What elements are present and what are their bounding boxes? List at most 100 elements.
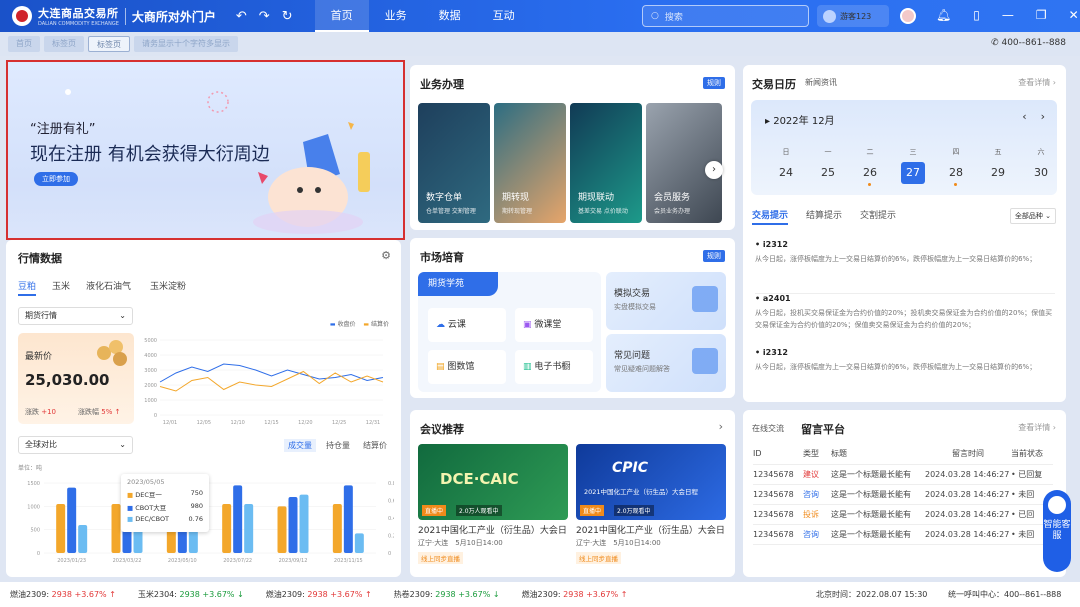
ticker-price: 2938 [435, 590, 456, 599]
mascot-icon[interactable] [900, 8, 916, 24]
minimize-icon[interactable]: — [1002, 8, 1014, 22]
conference-more-icon[interactable]: › [719, 420, 723, 433]
ticker-item[interactable]: 玉米2304: 2938 +3.67% ↓ [138, 589, 244, 600]
compare-tab-settle[interactable]: 结算价 [363, 440, 387, 451]
tab-trade-calendar[interactable]: 交易日历 [752, 76, 796, 92]
refresh-icon[interactable]: ↻ [282, 9, 293, 24]
table-row[interactable]: 12345678 咨询 这是一个标题最长能有 2024.03.28 14:46:… [753, 484, 1053, 505]
tab-settle-tips[interactable]: 结算提示 [806, 208, 842, 221]
nav-business[interactable]: 业务 [369, 0, 423, 32]
tab-news[interactable]: 新闻资讯 [805, 77, 837, 88]
conference-item-1[interactable]: DCE·CAIC 直播中 2.0万人观看中 [418, 444, 568, 520]
ticker-item[interactable]: 燃油2309: 2938 +3.67% ↑ [522, 589, 628, 600]
sim-trade-card[interactable]: 模拟交易 实盘模拟交易 [606, 272, 726, 330]
logo[interactable]: 大连商品交易所 DALIAN COMMODITY EXCHANGE 大商所对外门… [12, 5, 216, 27]
variety-filter[interactable]: 全部品种 ⌄ [1009, 208, 1056, 224]
redo-icon[interactable]: ↷ [259, 9, 270, 24]
tip-code-text: i2312 [762, 348, 788, 357]
school-item-cloud[interactable]: ☁ 云课 [428, 308, 506, 342]
smart-service-button[interactable]: 智能客服 [1043, 490, 1071, 572]
bell-icon[interactable]: 🔔︎ [936, 8, 951, 22]
device-icon[interactable]: ▯ [973, 8, 980, 22]
promo-banner[interactable]: “注册有礼” 现在注册 有机会获得大衍周边 立即参加 [6, 60, 405, 240]
user-name: 游客123 [840, 11, 872, 21]
tab-delivery-tips[interactable]: 交割提示 [860, 208, 896, 221]
school-item-microclass[interactable]: ▣ 微课堂 [515, 308, 593, 342]
nav-home[interactable]: 首页 [314, 0, 369, 32]
settings-gear-icon[interactable]: ⚙ [381, 249, 391, 262]
nav-data[interactable]: 数据 [423, 0, 477, 32]
ticker-price: 2938 [307, 590, 328, 599]
row-type: 投诉 [803, 504, 831, 525]
call-center: 统一呼叫中心：400--861--888 [948, 590, 1062, 599]
smart-service-label: 智能客服 [1043, 520, 1071, 541]
change-label: 涨跌 [25, 408, 39, 416]
tab-message-board[interactable]: 留言平台 [801, 421, 845, 437]
calendar-date[interactable]: 25 [818, 166, 838, 179]
undo-icon[interactable]: ↶ [236, 9, 247, 24]
market-tab-soymeal[interactable]: 豆粕 [18, 279, 37, 296]
col-type: 类型 [803, 444, 831, 465]
tab-page-3[interactable]: 请务显示十个字符多显示 [134, 36, 238, 52]
biz-item-efp[interactable]: 期转现 期转现管理 [494, 103, 566, 223]
school-item-ebook[interactable]: ▥ 电子书橱 [515, 350, 593, 384]
org-name: 大连商品交易所 [38, 7, 119, 20]
soybean-icon [97, 340, 127, 366]
training-rules-button[interactable]: 规则 [703, 250, 725, 262]
search-input[interactable]: ○ 搜索 [642, 5, 809, 27]
tab-page-1[interactable]: 标签页 [44, 36, 84, 52]
tip-item[interactable]: • i2312 从今日起，涨停板幅度为上一交易日结算价的6%，跌停板幅度为上一交… [755, 348, 1055, 373]
latest-price-card: 最新价 25,030.00 涨跌 +10 涨跌幅 5% ↑ [18, 333, 134, 424]
calendar-date[interactable]: 26 [860, 166, 880, 179]
event-dot [954, 183, 957, 186]
tab-page-2[interactable]: 标签页 [88, 36, 130, 52]
restore-icon[interactable]: ❐ [1036, 8, 1047, 22]
user-menu[interactable]: 游客123 [817, 5, 889, 27]
compare-tab-volume[interactable]: 成交量 [284, 439, 316, 452]
tab-online-chat[interactable]: 在线交流 [752, 423, 784, 434]
market-type-select[interactable]: 期货行情 ⌄ [18, 307, 133, 325]
tab-home[interactable]: 首页 [8, 36, 40, 52]
message-more-link[interactable]: 查看详情 › [1018, 422, 1056, 433]
tip-item[interactable]: • i2312 从今日起，涨停板幅度为上一交易日结算价的6%，跌停板幅度为上一交… [755, 240, 1055, 265]
biz-item-desc: 期转现管理 [502, 208, 533, 215]
market-tab-cornstarch[interactable]: 玉米淀粉 [150, 279, 186, 292]
school-item-library[interactable]: ▤ 图数馆 [428, 350, 506, 384]
calendar-date[interactable]: 30 [1031, 166, 1051, 179]
tab-trade-tips[interactable]: 交易提示 [752, 208, 789, 225]
market-tab-corn[interactable]: 玉米 [52, 279, 70, 292]
table-row[interactable]: 12345678 建议 这是一个标题最长能有 2024.03.28 14:46:… [753, 464, 1053, 485]
prev-month-icon[interactable]: ‹ [1022, 110, 1026, 123]
x-tick-label: 12/31 [366, 420, 380, 426]
nav-interaction[interactable]: 互动 [477, 0, 531, 32]
close-icon[interactable]: ✕ [1069, 8, 1079, 22]
row-time: 2024.03.28 14:46:27 [925, 484, 1011, 505]
tip-item[interactable]: • a2401 从今日起，投机买交易保证金为合约价值的20%；投机卖交易保证金为… [755, 293, 1055, 331]
calendar-date[interactable]: 28 [946, 166, 966, 179]
biz-item-linkage[interactable]: 期现联动 基差交易 点价联动 [570, 103, 642, 223]
calendar-date[interactable]: 24 [776, 166, 796, 179]
compare-select[interactable]: 全球对比 ⌄ [18, 436, 133, 454]
calendar-more-link[interactable]: 查看详情 › [1018, 77, 1056, 88]
calendar-date[interactable]: 29 [988, 166, 1008, 179]
calendar-month[interactable]: ▸ 2022年 12月 [765, 112, 835, 127]
table-row[interactable]: 12345678 投诉 这是一个标题最长能有 2024.03.28 14:46:… [753, 504, 1053, 525]
next-month-icon[interactable]: › [1041, 110, 1045, 123]
calendar-date-today[interactable]: 27 [901, 162, 925, 184]
compare-tab-openinterest[interactable]: 持仓量 [326, 440, 350, 451]
biz-item-warehouse[interactable]: 数字仓单 仓单管理 交割管理 [418, 103, 490, 223]
business-rules-button[interactable]: 规则 [703, 77, 725, 89]
join-now-button[interactable]: 立即参加 [34, 172, 78, 186]
bar-2 [78, 525, 88, 553]
market-tab-lpg[interactable]: 液化石油气 [86, 279, 131, 292]
ticker-item[interactable]: 热卷2309: 2938 +3.67% ↓ [394, 589, 500, 600]
ticker-item[interactable]: 燃油2309: 2938 +3.67% ↑ [10, 589, 116, 600]
conference-name[interactable]: 2021中国化工产业（衍生品）大会日 [576, 523, 725, 536]
conference-item-2[interactable]: CPIC 2021中国化工产业（衍生品）大会日程 直播中 2.0万观看中 [576, 444, 726, 520]
ticker-item[interactable]: 燃油2309: 2938 +3.67% ↑ [266, 589, 372, 600]
banner-tagline: “注册有礼” [30, 122, 96, 137]
next-arrow-icon[interactable]: › [705, 161, 723, 179]
table-row[interactable]: 12345678 咨询 这是一个标题最长能有 2024.03.28 14:46:… [753, 524, 1053, 545]
faq-card[interactable]: 常见问题 常见疑难问题解答 [606, 334, 726, 392]
conference-name[interactable]: 2021中国化工产业（衍生品）大会日 [418, 523, 567, 536]
